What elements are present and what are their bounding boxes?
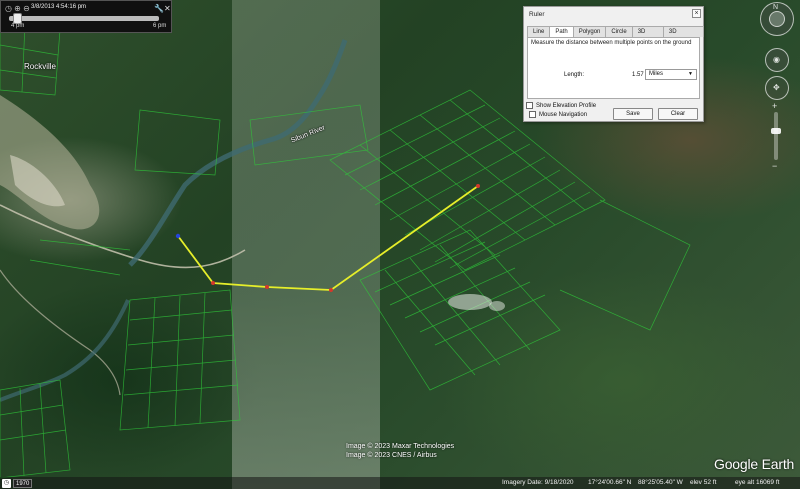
cloud [489, 301, 505, 311]
minus-icon[interactable]: − [772, 162, 777, 171]
elevation-checkbox[interactable] [526, 102, 533, 109]
place-label-rockville: Rockville [24, 62, 57, 71]
zoom-slider[interactable] [774, 112, 778, 160]
cloud [448, 294, 492, 310]
elevation-profile-option[interactable]: Show Elevation Profile [526, 102, 596, 109]
mouse-navigation-checkbox[interactable] [529, 111, 536, 118]
river-branch [0, 299, 130, 402]
historical-year[interactable]: ◷ 1970 [2, 478, 33, 488]
historical-imagery-slider: ◷ ⊕ ⊖ 3/8/2013 4:54:16 pm 🔧 ✕ 4 pm 6 pm [0, 0, 172, 33]
ruler-dialog: Ruler × Line Path Polygon Circle 3D path… [523, 6, 704, 122]
unit-select[interactable]: Miles ▼ [645, 69, 697, 80]
sibun-river [128, 39, 348, 267]
elevation: elev 52 ft [690, 479, 717, 486]
time-start-label: 4 pm [11, 23, 25, 29]
zoom-thumb[interactable] [771, 128, 781, 134]
save-button[interactable]: Save [613, 108, 653, 120]
tab-3d-path[interactable]: 3D path [631, 26, 664, 45]
ruler-path [177, 185, 479, 291]
chevron-down-icon: ▼ [688, 71, 693, 77]
path-vertex[interactable] [265, 285, 269, 289]
zoom-out-time-icon[interactable]: ⊖ [22, 4, 31, 13]
path-vertex[interactable] [211, 281, 215, 285]
close-icon[interactable]: ✕ [164, 4, 171, 13]
zoom-in-time-icon[interactable]: ⊕ [13, 4, 22, 13]
compass-center[interactable] [769, 11, 785, 27]
close-icon[interactable]: × [692, 9, 701, 18]
eye-altitude: eye alt 16069 ft [735, 479, 780, 486]
road [0, 204, 246, 269]
time-track[interactable] [9, 16, 159, 21]
google-earth-logo: Google Earth [714, 456, 795, 472]
history-icon[interactable]: ◷ [2, 478, 11, 488]
path-description: Measure the distance between multiple po… [531, 40, 692, 46]
length-label: Length: [564, 72, 585, 78]
tab-polygon[interactable]: Polygon [572, 26, 607, 37]
unit-value: Miles [649, 71, 664, 77]
path-start-vertex[interactable] [175, 233, 181, 239]
longitude: 88°25'05.40" W [638, 479, 683, 486]
clock-icon[interactable]: ◷ [4, 4, 13, 13]
wrench-icon[interactable]: 🔧 [154, 4, 164, 13]
eye-icon: ◉ [773, 55, 780, 64]
plus-icon[interactable]: + [772, 102, 777, 111]
elevation-label: Show Elevation Profile [536, 102, 597, 109]
navigation-controls: N ◉ ✥ + − [752, 0, 800, 200]
hand-icon: ✥ [773, 83, 780, 92]
credit-line: Image © 2023 CNES / Airbus [346, 452, 437, 459]
tab-circle[interactable]: Circle [605, 26, 633, 37]
latitude: 17°24'00.66" N [588, 479, 632, 486]
imagery-date: Imagery Date: 9/18/2020 [502, 479, 574, 486]
year-value: 1970 [13, 478, 33, 488]
status-bar: Imagery Date: 9/18/2020 17°24'00.66" N 8… [0, 477, 800, 489]
tab-line[interactable]: Line [527, 26, 551, 37]
mouse-navigation-option[interactable]: Mouse Navigation [529, 111, 587, 118]
time-end-label: 6 pm [153, 23, 167, 29]
clear-button[interactable]: Clear [658, 108, 698, 120]
dialog-title: Ruler [529, 11, 545, 18]
path-vertex[interactable] [329, 288, 333, 292]
tab-panel-path: Measure the distance between multiple po… [527, 37, 700, 99]
ruler-tabs: Line Path Polygon Circle 3D path 3D poly… [527, 26, 704, 45]
tab-3d-polygon[interactable]: 3D polygon [662, 26, 704, 45]
mouse-navigation-label: Mouse Navigation [539, 111, 588, 118]
path-end-vertex[interactable] [476, 184, 480, 188]
length-value: 1.57 [632, 72, 644, 78]
timeslider-date: 3/8/2013 4:54:16 pm [31, 4, 87, 10]
credit-line: Image © 2023 Maxar Technologies [346, 443, 455, 450]
imagery-credits: Image © 2023 Maxar Technologies Image © … [346, 442, 454, 460]
